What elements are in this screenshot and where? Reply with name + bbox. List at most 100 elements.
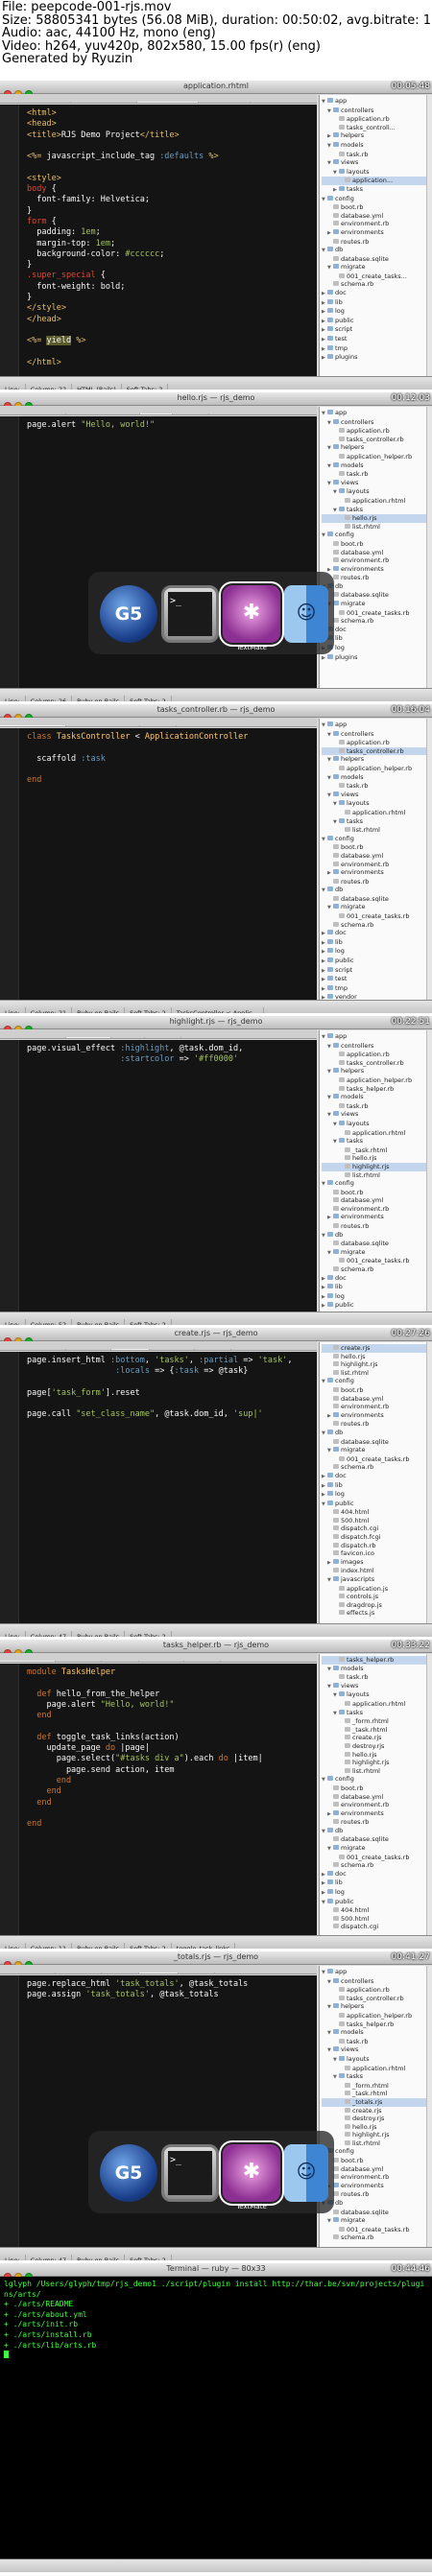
tree-file[interactable]: boot.rb <box>322 1386 426 1395</box>
file-tab[interactable]: list.rhtml <box>140 725 177 726</box>
tree-file[interactable]: 001_create_tasks.rb <box>322 1455 426 1464</box>
status-segment[interactable]: Ruby on Rails <box>72 696 126 701</box>
tree-file[interactable]: routes.rb <box>322 238 426 247</box>
status-segment[interactable]: Line: <box>0 1007 26 1013</box>
tree-file[interactable]: schema.rb <box>322 1861 426 1870</box>
tree-file[interactable]: list.rhtml <box>322 1767 426 1776</box>
file-tab[interactable]: application_helper.rb <box>66 414 140 415</box>
tree-file[interactable]: tasks_controller.rb <box>322 1995 426 2003</box>
tree-file[interactable]: hello.rjs <box>322 1353 426 1361</box>
tree-folder[interactable]: ▶ vendor <box>322 993 426 1000</box>
file-tab[interactable]: highlight.rjs <box>65 1037 112 1038</box>
status-segment[interactable]: Ruby on Rails <box>72 1943 126 1949</box>
file-tab[interactable]: list.rhtml <box>173 414 209 415</box>
status-segment[interactable]: Line: <box>0 1631 26 1637</box>
tree-folder[interactable]: ▶ tasks <box>322 185 426 195</box>
tree-folder[interactable]: ▼migrate <box>322 1248 426 1258</box>
tree-file[interactable]: database.sqlite <box>322 2209 426 2217</box>
tree-file[interactable]: application_helper.rb <box>322 1076 426 1085</box>
tree-folder[interactable]: ▼ views <box>322 1682 426 1691</box>
tree-folder[interactable]: ▶doc <box>322 1870 426 1879</box>
status-segment[interactable]: Ruby on Rails <box>72 1007 126 1013</box>
tree-file[interactable]: favicon.ico <box>322 1549 426 1558</box>
tree-folder[interactable]: ▼db <box>322 582 426 592</box>
tree-folder[interactable]: ▶log <box>322 1292 426 1302</box>
file-tab[interactable]: hello.rjs <box>140 414 174 415</box>
file-tab[interactable]: list.rhtml <box>145 1037 181 1038</box>
tree-file[interactable]: 001_create_tasks.rb <box>322 912 426 921</box>
tree-file[interactable]: routes.rb <box>322 574 426 582</box>
tree-file[interactable]: 404.html <box>322 1906 426 1915</box>
tree-folder[interactable]: ▶ script <box>322 325 426 335</box>
tree-file[interactable]: list.rhtml <box>322 1171 426 1180</box>
tree-file[interactable]: schema.rb <box>322 921 426 930</box>
tree-folder[interactable]: ▼db <box>322 1231 426 1241</box>
file-tab[interactable]: application.rhtml <box>137 102 200 103</box>
file-tab[interactable]: tasks_controller.rb <box>0 1037 66 1038</box>
vertical-scrollbar[interactable] <box>426 95 432 376</box>
tree-file[interactable]: database.yml <box>322 1793 426 1802</box>
tree-file[interactable]: schema.rb <box>322 1463 426 1472</box>
tree-folder[interactable]: ▶doc <box>322 289 426 298</box>
status-segment[interactable]: Ruby on Rails <box>72 1319 126 1325</box>
tree-file[interactable]: database.sqlite <box>322 1438 426 1447</box>
tree-folder[interactable]: ▼config <box>322 2147 426 2157</box>
tree-file[interactable]: boot.rb <box>322 843 426 852</box>
tree-folder[interactable]: ▶lib <box>322 938 426 948</box>
tree-file[interactable]: list.rhtml <box>322 1369 426 1378</box>
tree-folder[interactable]: ▶environments <box>322 1213 426 1222</box>
tree-file[interactable]: environment.rb <box>322 1801 426 1809</box>
tree-folder[interactable]: ▶ public <box>322 957 426 966</box>
tree-folder[interactable]: ▼ javascripts <box>322 1575 426 1585</box>
code-editor[interactable]: page.visual_effect :highlight, @task.dom… <box>0 1040 317 1312</box>
tree-file[interactable]: application_helper.rb <box>322 765 426 773</box>
tree-file[interactable]: _task.rhtml <box>322 1726 426 1735</box>
tree-file[interactable]: destroy.rjs <box>322 2115 426 2123</box>
tree-file[interactable]: schema.rb <box>322 280 426 289</box>
status-segment[interactable]: HTML (Rails) <box>72 384 122 390</box>
tree-file[interactable]: schema.rb <box>322 1265 426 1274</box>
tree-file[interactable]: dispatch.cgi <box>322 1524 426 1533</box>
status-segment[interactable]: Column: 52 <box>26 1319 73 1325</box>
tree-file[interactable]: application_helper.rb <box>322 2012 426 2021</box>
tree-folder[interactable]: ▼ controllers <box>322 730 426 740</box>
tree-file[interactable]: application.rhtml <box>322 497 426 506</box>
tree-folder[interactable]: ▼ helpers <box>322 443 426 453</box>
tree-folder[interactable]: ▶log <box>322 644 426 653</box>
tree-folder[interactable]: ▼ views <box>322 791 426 800</box>
tree-folder[interactable]: ▶ helpers <box>322 131 426 141</box>
tree-file[interactable]: dispatch.cgi <box>322 1923 426 1931</box>
tree-folder[interactable]: ▼ helpers <box>322 1067 426 1076</box>
tree-folder[interactable]: ▼ tasks <box>322 817 426 827</box>
vertical-scrollbar[interactable] <box>426 1654 432 1935</box>
tree-folder[interactable]: ▼db <box>322 2199 426 2209</box>
tree-folder[interactable]: ▼ tasks <box>322 1709 426 1718</box>
status-segment[interactable]: Ruby on Rails <box>72 2255 126 2260</box>
tree-file[interactable]: database.yml <box>322 1196 426 1205</box>
file-tab[interactable]: 001_create_tasks.rb <box>0 102 72 103</box>
tree-file[interactable]: 500.html <box>322 1517 426 1525</box>
tree-folder[interactable]: ▶ public <box>322 1301 426 1311</box>
tree-file[interactable]: hello.rjs <box>322 514 426 523</box>
tree-folder[interactable]: ▼config <box>322 531 426 540</box>
garageband-app-icon[interactable]: G5 <box>100 585 157 643</box>
tree-folder[interactable]: ▼migrate <box>322 600 426 609</box>
status-segment[interactable]: Column: 22 <box>26 384 73 390</box>
finder-app-icon[interactable]: ☺ <box>284 2144 328 2202</box>
tree-file[interactable]: tasks_controller.rb <box>322 746 426 756</box>
tree-folder[interactable]: ▼migrate <box>322 903 426 912</box>
tree-folder[interactable]: ▶doc <box>322 929 426 938</box>
tree-folder[interactable]: ▶doc <box>322 626 426 635</box>
tree-folder[interactable]: ▶lib <box>322 298 426 308</box>
tree-folder[interactable]: ▶ plugins <box>322 353 426 363</box>
tree-folder[interactable]: ▼ controllers <box>322 1977 426 1987</box>
tree-folder[interactable]: ▼db <box>322 886 426 895</box>
code-editor[interactable]: page.insert_html :bottom, 'tasks', :part… <box>0 1352 317 1623</box>
file-tab[interactable]: tasks_controller.rb <box>0 725 66 726</box>
tree-file[interactable]: database.yml <box>322 852 426 861</box>
tree-folder[interactable]: ▼ controllers <box>322 106 426 116</box>
file-tab[interactable]: create.rjs <box>102 1661 140 1662</box>
tree-folder[interactable]: ▼ app <box>322 1968 426 1977</box>
tree-file[interactable]: tasks_helper.rb <box>322 1656 426 1665</box>
tree-file[interactable]: highlight.rjs <box>322 1162 426 1171</box>
